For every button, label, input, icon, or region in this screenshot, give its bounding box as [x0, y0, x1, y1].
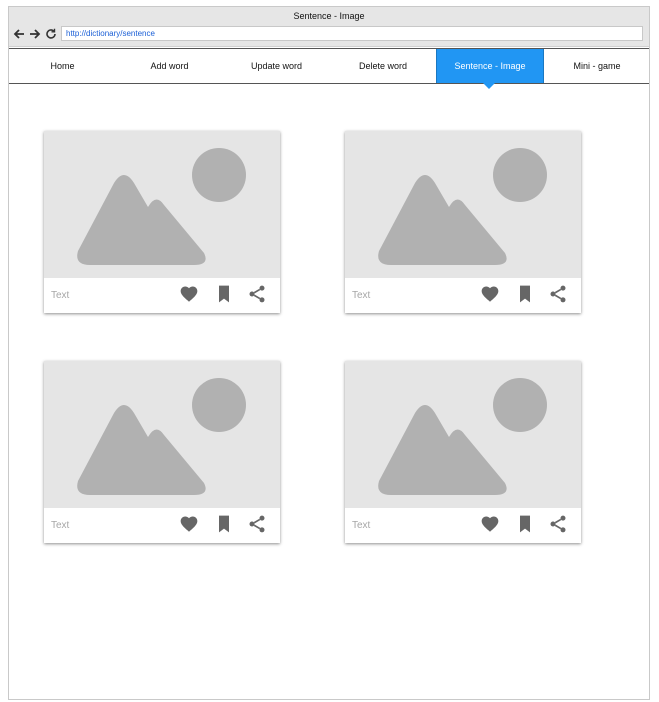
card-footer: Text [345, 508, 581, 543]
card-footer: Text [44, 278, 280, 313]
card-footer: Text [345, 278, 581, 313]
tab-sentence-image[interactable]: Sentence - Image [436, 49, 544, 83]
arrow-right-icon[interactable] [29, 28, 41, 40]
image-card[interactable]: Text [44, 131, 280, 313]
tab-delete-word[interactable]: Delete word [330, 49, 436, 83]
bookmark-icon[interactable] [213, 283, 235, 305]
card-text: Text [352, 290, 371, 301]
share-icon[interactable] [547, 283, 569, 305]
share-icon[interactable] [246, 283, 268, 305]
browser-window: Sentence - Image http://dictionary/sente… [8, 6, 650, 700]
bookmark-icon[interactable] [514, 283, 536, 305]
tab-home[interactable]: Home [9, 49, 116, 83]
image-card[interactable]: Text [44, 361, 280, 543]
tab-update-word[interactable]: Update word [223, 49, 330, 83]
tab-add-word[interactable]: Add word [116, 49, 223, 83]
share-icon[interactable] [547, 513, 569, 535]
image-placeholder [345, 361, 581, 508]
image-card[interactable]: Text [345, 131, 581, 313]
share-icon[interactable] [246, 513, 268, 535]
title-bar: Sentence - Image http://dictionary/sente… [9, 7, 649, 47]
reload-icon[interactable] [45, 28, 57, 40]
image-placeholder [44, 361, 280, 508]
heart-icon[interactable] [178, 283, 200, 305]
card-footer: Text [44, 508, 280, 543]
tab-mini-game[interactable]: Mini - game [544, 49, 650, 83]
card-text: Text [51, 290, 70, 301]
tab-bar: Home Add word Update word Delete word Se… [9, 48, 649, 84]
bookmark-icon[interactable] [213, 513, 235, 535]
heart-icon[interactable] [479, 513, 501, 535]
heart-icon[interactable] [178, 513, 200, 535]
heart-icon[interactable] [479, 283, 501, 305]
image-placeholder [345, 131, 581, 278]
card-text: Text [352, 520, 371, 531]
image-card[interactable]: Text [345, 361, 581, 543]
bookmark-icon[interactable] [514, 513, 536, 535]
arrow-left-icon[interactable] [13, 28, 25, 40]
active-tab-pointer [483, 83, 495, 89]
address-bar[interactable]: http://dictionary/sentence [61, 26, 643, 41]
card-text: Text [51, 520, 70, 531]
window-title: Sentence - Image [293, 11, 365, 21]
image-placeholder [44, 131, 280, 278]
